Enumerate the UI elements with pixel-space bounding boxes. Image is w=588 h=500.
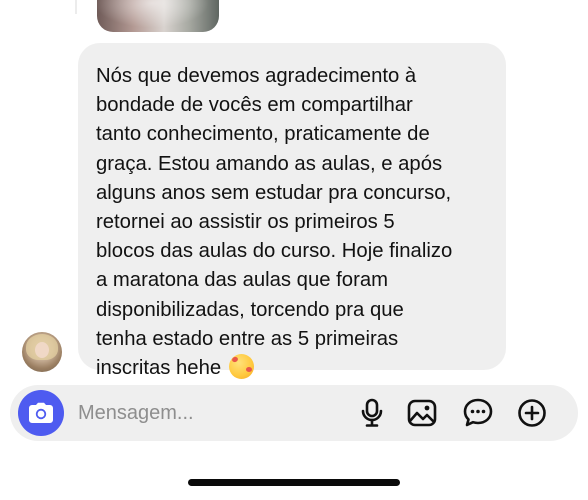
sticker-button[interactable] xyxy=(462,397,494,429)
camera-icon xyxy=(29,402,53,423)
message-bubble[interactable]: Nós que devemos agradecimento à bondade … xyxy=(78,43,506,380)
gallery-button[interactable] xyxy=(406,397,438,429)
image-icon xyxy=(407,399,437,427)
message-composer xyxy=(10,385,578,441)
message-line: retornei ao assistir os primeiros 5 xyxy=(96,211,395,234)
avatar-face xyxy=(35,342,49,358)
message-line: a maratona das aulas que foram xyxy=(96,269,388,292)
message-line: disponibilizadas, torcendo pra que xyxy=(96,298,404,321)
message-line: tanto conhecimento, praticamente de xyxy=(96,123,430,146)
message-line: blocos das aulas do curso. Hoje finalizo xyxy=(96,240,453,263)
add-button[interactable] xyxy=(516,397,548,429)
microphone-button[interactable] xyxy=(356,397,388,429)
microphone-icon xyxy=(361,398,383,427)
home-indicator[interactable] xyxy=(188,479,400,486)
message-text: Nós que devemos agradecimento à bondade … xyxy=(96,62,488,383)
message-line: inscritas hehe xyxy=(96,357,222,380)
previous-image-message[interactable] xyxy=(97,0,219,32)
message-input[interactable] xyxy=(78,398,338,428)
thread-connector xyxy=(75,0,77,14)
message-line: Nós que devemos agradecimento à xyxy=(96,65,417,87)
sticker-chat-icon xyxy=(463,398,493,427)
avatar[interactable] xyxy=(22,332,62,372)
image-highlight xyxy=(97,0,219,32)
camera-button[interactable] xyxy=(18,390,64,436)
message-line-last: inscritas hehe xyxy=(96,354,488,383)
message-line: tenha estado entre as 5 primeiras xyxy=(96,327,399,350)
smiling-face-with-hearts-icon xyxy=(228,354,254,380)
message-line: bondade de vocês em compartilhar xyxy=(96,94,413,117)
message-line: graça. Estou amando as aulas, e após xyxy=(96,152,443,175)
message-line: alguns anos sem estudar pra concurso, xyxy=(96,181,452,204)
add-circle-icon xyxy=(518,399,546,427)
